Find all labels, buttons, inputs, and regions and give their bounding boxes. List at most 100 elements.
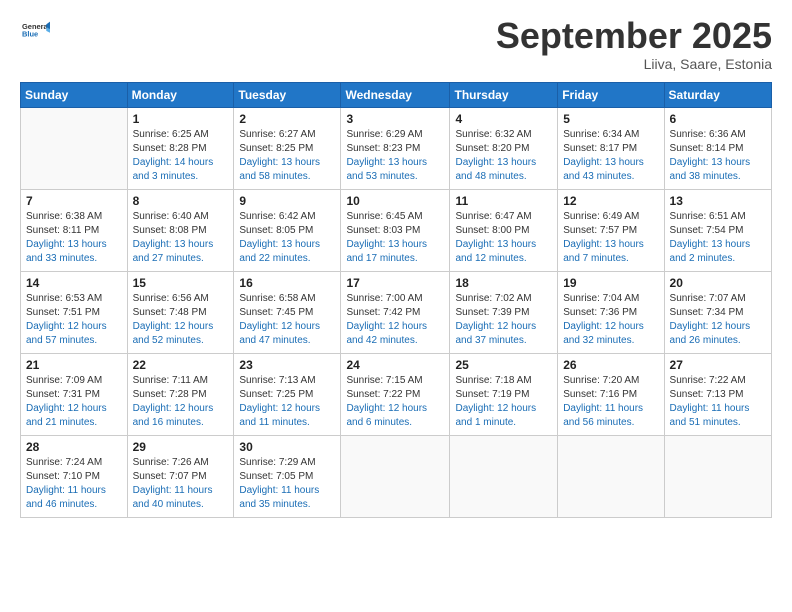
day-info: Sunrise: 7:02 AM Sunset: 7:39 PM Dayligh… (455, 292, 552, 348)
calendar-cell: 9 Sunrise: 6:42 AM Sunset: 8:05 PM Dayli… (234, 189, 341, 271)
calendar-week-row: 28 Sunrise: 7:24 AM Sunset: 7:10 PM Dayl… (21, 435, 772, 517)
day-number: 19 (563, 276, 658, 290)
day-number: 5 (563, 112, 658, 126)
col-wednesday: Wednesday (341, 82, 450, 107)
calendar-cell: 22 Sunrise: 7:11 AM Sunset: 7:28 PM Dayl… (127, 353, 234, 435)
day-number: 8 (133, 194, 229, 208)
calendar-week-row: 7 Sunrise: 6:38 AM Sunset: 8:11 PM Dayli… (21, 189, 772, 271)
day-number: 13 (670, 194, 766, 208)
calendar-cell: 6 Sunrise: 6:36 AM Sunset: 8:14 PM Dayli… (664, 107, 771, 189)
calendar-cell: 18 Sunrise: 7:02 AM Sunset: 7:39 PM Dayl… (450, 271, 558, 353)
day-number: 7 (26, 194, 122, 208)
day-info: Sunrise: 6:53 AM Sunset: 7:51 PM Dayligh… (26, 292, 122, 348)
day-number: 27 (670, 358, 766, 372)
day-info: Sunrise: 6:36 AM Sunset: 8:14 PM Dayligh… (670, 128, 766, 184)
day-info: Sunrise: 6:47 AM Sunset: 8:00 PM Dayligh… (455, 210, 552, 266)
day-info: Sunrise: 6:58 AM Sunset: 7:45 PM Dayligh… (239, 292, 335, 348)
calendar-cell: 29 Sunrise: 7:26 AM Sunset: 7:07 PM Dayl… (127, 435, 234, 517)
calendar-cell (558, 435, 664, 517)
day-info: Sunrise: 7:18 AM Sunset: 7:19 PM Dayligh… (455, 374, 552, 430)
day-number: 9 (239, 194, 335, 208)
day-number: 10 (346, 194, 444, 208)
header: General Blue September 2025 Liiva, Saare… (20, 16, 772, 72)
day-info: Sunrise: 6:42 AM Sunset: 8:05 PM Dayligh… (239, 210, 335, 266)
calendar-cell: 12 Sunrise: 6:49 AM Sunset: 7:57 PM Dayl… (558, 189, 664, 271)
day-number: 18 (455, 276, 552, 290)
calendar-cell: 2 Sunrise: 6:27 AM Sunset: 8:25 PM Dayli… (234, 107, 341, 189)
calendar-cell: 19 Sunrise: 7:04 AM Sunset: 7:36 PM Dayl… (558, 271, 664, 353)
logo-icon: General Blue (22, 16, 50, 44)
calendar-cell: 14 Sunrise: 6:53 AM Sunset: 7:51 PM Dayl… (21, 271, 128, 353)
day-info: Sunrise: 6:51 AM Sunset: 7:54 PM Dayligh… (670, 210, 766, 266)
day-info: Sunrise: 6:40 AM Sunset: 8:08 PM Dayligh… (133, 210, 229, 266)
col-sunday: Sunday (21, 82, 128, 107)
calendar-table: Sunday Monday Tuesday Wednesday Thursday… (20, 82, 772, 518)
day-info: Sunrise: 7:24 AM Sunset: 7:10 PM Dayligh… (26, 456, 122, 512)
page: General Blue September 2025 Liiva, Saare… (0, 0, 792, 612)
calendar-cell: 15 Sunrise: 6:56 AM Sunset: 7:48 PM Dayl… (127, 271, 234, 353)
calendar-header-row: Sunday Monday Tuesday Wednesday Thursday… (21, 82, 772, 107)
calendar-cell (341, 435, 450, 517)
calendar-cell: 11 Sunrise: 6:47 AM Sunset: 8:00 PM Dayl… (450, 189, 558, 271)
svg-text:Blue: Blue (22, 30, 38, 39)
calendar-cell: 21 Sunrise: 7:09 AM Sunset: 7:31 PM Dayl… (21, 353, 128, 435)
calendar-cell: 13 Sunrise: 6:51 AM Sunset: 7:54 PM Dayl… (664, 189, 771, 271)
day-number: 24 (346, 358, 444, 372)
day-number: 12 (563, 194, 658, 208)
calendar-cell: 20 Sunrise: 7:07 AM Sunset: 7:34 PM Dayl… (664, 271, 771, 353)
day-number: 25 (455, 358, 552, 372)
calendar-cell: 26 Sunrise: 7:20 AM Sunset: 7:16 PM Dayl… (558, 353, 664, 435)
calendar-cell: 25 Sunrise: 7:18 AM Sunset: 7:19 PM Dayl… (450, 353, 558, 435)
day-info: Sunrise: 7:29 AM Sunset: 7:05 PM Dayligh… (239, 456, 335, 512)
calendar-cell: 3 Sunrise: 6:29 AM Sunset: 8:23 PM Dayli… (341, 107, 450, 189)
day-info: Sunrise: 6:29 AM Sunset: 8:23 PM Dayligh… (346, 128, 444, 184)
day-number: 17 (346, 276, 444, 290)
calendar-cell (664, 435, 771, 517)
day-number: 29 (133, 440, 229, 454)
calendar-cell: 8 Sunrise: 6:40 AM Sunset: 8:08 PM Dayli… (127, 189, 234, 271)
day-number: 3 (346, 112, 444, 126)
day-info: Sunrise: 7:07 AM Sunset: 7:34 PM Dayligh… (670, 292, 766, 348)
day-number: 6 (670, 112, 766, 126)
day-number: 15 (133, 276, 229, 290)
calendar-cell: 28 Sunrise: 7:24 AM Sunset: 7:10 PM Dayl… (21, 435, 128, 517)
day-number: 14 (26, 276, 122, 290)
calendar-cell: 5 Sunrise: 6:34 AM Sunset: 8:17 PM Dayli… (558, 107, 664, 189)
day-info: Sunrise: 6:25 AM Sunset: 8:28 PM Dayligh… (133, 128, 229, 184)
calendar-week-row: 1 Sunrise: 6:25 AM Sunset: 8:28 PM Dayli… (21, 107, 772, 189)
day-info: Sunrise: 7:15 AM Sunset: 7:22 PM Dayligh… (346, 374, 444, 430)
day-info: Sunrise: 7:09 AM Sunset: 7:31 PM Dayligh… (26, 374, 122, 430)
col-thursday: Thursday (450, 82, 558, 107)
day-info: Sunrise: 6:34 AM Sunset: 8:17 PM Dayligh… (563, 128, 658, 184)
day-number: 26 (563, 358, 658, 372)
calendar-week-row: 21 Sunrise: 7:09 AM Sunset: 7:31 PM Dayl… (21, 353, 772, 435)
day-number: 4 (455, 112, 552, 126)
day-number: 28 (26, 440, 122, 454)
day-info: Sunrise: 7:26 AM Sunset: 7:07 PM Dayligh… (133, 456, 229, 512)
calendar-cell: 27 Sunrise: 7:22 AM Sunset: 7:13 PM Dayl… (664, 353, 771, 435)
calendar-cell: 24 Sunrise: 7:15 AM Sunset: 7:22 PM Dayl… (341, 353, 450, 435)
calendar-cell: 23 Sunrise: 7:13 AM Sunset: 7:25 PM Dayl… (234, 353, 341, 435)
calendar-cell: 1 Sunrise: 6:25 AM Sunset: 8:28 PM Dayli… (127, 107, 234, 189)
day-info: Sunrise: 7:04 AM Sunset: 7:36 PM Dayligh… (563, 292, 658, 348)
day-number: 11 (455, 194, 552, 208)
calendar-cell (21, 107, 128, 189)
calendar-cell: 16 Sunrise: 6:58 AM Sunset: 7:45 PM Dayl… (234, 271, 341, 353)
calendar-cell: 4 Sunrise: 6:32 AM Sunset: 8:20 PM Dayli… (450, 107, 558, 189)
day-info: Sunrise: 6:38 AM Sunset: 8:11 PM Dayligh… (26, 210, 122, 266)
day-info: Sunrise: 6:56 AM Sunset: 7:48 PM Dayligh… (133, 292, 229, 348)
month-title: September 2025 (496, 16, 772, 56)
day-info: Sunrise: 6:27 AM Sunset: 8:25 PM Dayligh… (239, 128, 335, 184)
calendar-cell: 7 Sunrise: 6:38 AM Sunset: 8:11 PM Dayli… (21, 189, 128, 271)
day-number: 20 (670, 276, 766, 290)
logo: General Blue (20, 16, 50, 49)
day-number: 23 (239, 358, 335, 372)
day-number: 2 (239, 112, 335, 126)
day-number: 30 (239, 440, 335, 454)
day-info: Sunrise: 7:00 AM Sunset: 7:42 PM Dayligh… (346, 292, 444, 348)
calendar-week-row: 14 Sunrise: 6:53 AM Sunset: 7:51 PM Dayl… (21, 271, 772, 353)
day-number: 21 (26, 358, 122, 372)
day-info: Sunrise: 7:11 AM Sunset: 7:28 PM Dayligh… (133, 374, 229, 430)
calendar-cell: 30 Sunrise: 7:29 AM Sunset: 7:05 PM Dayl… (234, 435, 341, 517)
calendar-cell (450, 435, 558, 517)
